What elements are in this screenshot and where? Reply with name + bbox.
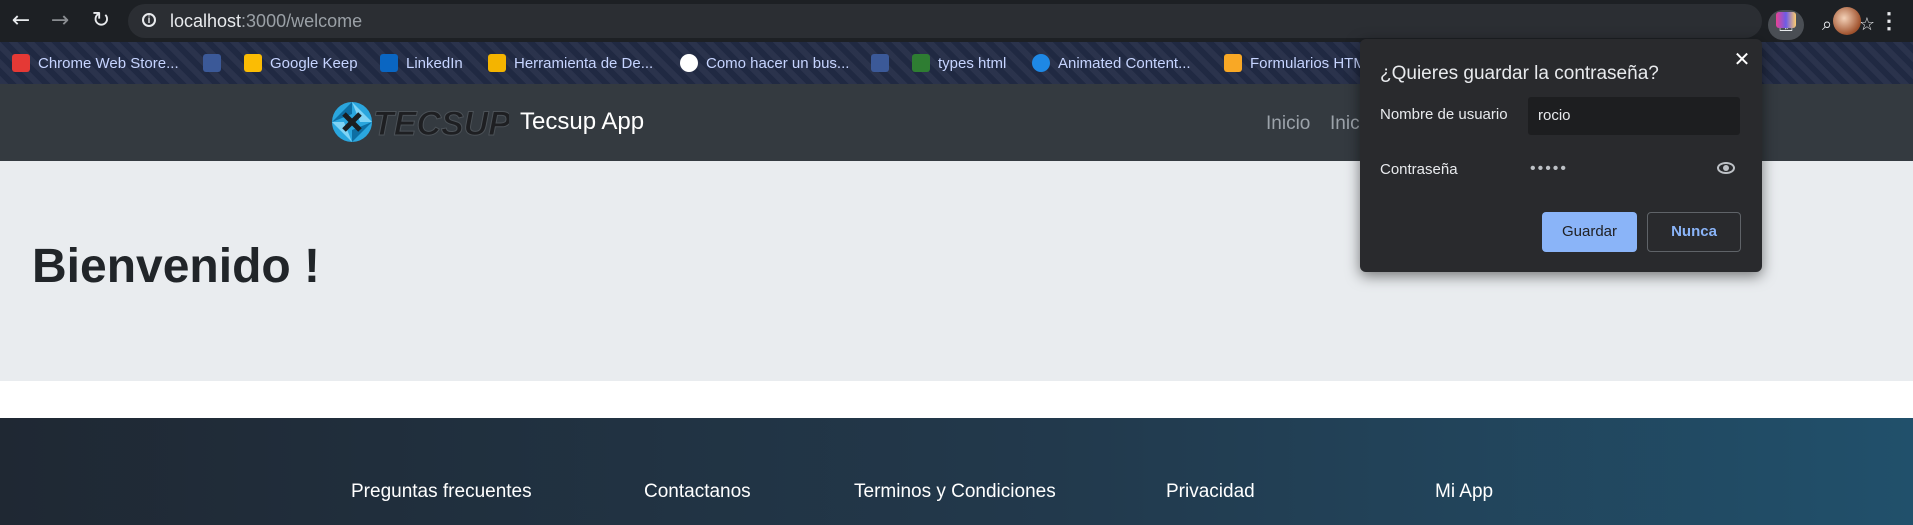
save-button[interactable]: Guardar — [1542, 212, 1637, 252]
footer-link-faq[interactable]: Preguntas frecuentes — [351, 481, 532, 503]
forward-icon[interactable]: → — [45, 6, 75, 36]
site-footer: Preguntas frecuentes Contactanos Termino… — [0, 418, 1913, 525]
url-text[interactable]: localhost:3000/welcome — [170, 11, 362, 32]
username-label: Nombre de usuario — [1380, 106, 1508, 123]
bookmark-label: Animated Content... — [1058, 54, 1191, 72]
never-button[interactable]: Nunca — [1647, 212, 1741, 252]
back-icon[interactable]: ← — [6, 6, 36, 36]
check-icon — [912, 54, 930, 72]
facebook-icon — [871, 54, 889, 72]
nav-link-inicio[interactable]: Inicio — [1266, 113, 1310, 135]
bookmark-formularios[interactable]: Formularios HTM — [1224, 52, 1366, 74]
bookmark-chrome-store[interactable]: Chrome Web Store... — [12, 52, 179, 74]
bookmark-label: Como hacer un bus... — [706, 54, 850, 72]
bookmark-label: types html — [938, 54, 1007, 72]
password-label: Contraseña — [1380, 161, 1458, 178]
extension-icon[interactable] — [1776, 12, 1796, 28]
reload-icon[interactable]: ↻ — [86, 6, 116, 36]
bookmark-animated-content[interactable]: Animated Content... — [1032, 52, 1191, 74]
url-path: :3000/welcome — [241, 11, 363, 31]
bookmark-linkedin[interactable]: LinkedIn — [380, 52, 463, 74]
footer-link-terms[interactable]: Terminos y Condiciones — [854, 481, 1056, 503]
keep-icon — [244, 54, 262, 72]
info-icon[interactable]: i — [142, 13, 156, 27]
bookmark-facebook-2[interactable] — [871, 52, 889, 74]
save-password-popup: ¿Quieres guardar la contraseña? ✕ Nombre… — [1360, 39, 1762, 272]
welcome-heading: Bienvenido ! — [32, 240, 321, 293]
username-field[interactable]: rocio — [1528, 97, 1740, 135]
drop-icon — [1032, 54, 1050, 72]
menu-icon[interactable]: ⋮ — [1878, 6, 1900, 36]
tecsup-logo[interactable]: TECSUP — [329, 99, 509, 145]
navbar-brand[interactable]: Tecsup App — [520, 108, 644, 136]
bookmark-types-html[interactable]: types html — [912, 52, 1006, 74]
bookmark-facebook[interactable] — [203, 52, 221, 74]
chrome-store-icon — [12, 54, 30, 72]
footer-link-contact[interactable]: Contactanos — [644, 481, 751, 503]
nav-link-inicio-2[interactable]: Inic — [1330, 113, 1360, 135]
globe-icon — [680, 54, 698, 72]
bookmark-label: Herramienta de De... — [514, 54, 654, 72]
bookmark-label: Formularios HTM — [1250, 54, 1366, 72]
bookmark-google-keep[interactable]: Google Keep — [244, 52, 358, 74]
url-host: localhost — [170, 11, 242, 31]
address-bar[interactable]: i localhost:3000/welcome ⚿ ⌕ ☆ — [128, 4, 1875, 40]
bookmark-herramienta[interactable]: Herramienta de De... — [488, 52, 653, 74]
logo-text: TECSUP — [373, 105, 509, 143]
form-icon — [1224, 54, 1242, 72]
eye-icon[interactable] — [1717, 162, 1735, 174]
bookmark-label: LinkedIn — [406, 54, 463, 72]
facebook-icon — [203, 54, 221, 72]
browser-toolbar: ← → ↻ i localhost:3000/welcome ⚿ ⌕ ☆ ⋮ — [0, 0, 1913, 42]
close-icon[interactable]: ✕ — [1732, 49, 1752, 69]
password-field[interactable]: ••••• — [1530, 160, 1568, 178]
footer-link-my-app[interactable]: Mi App — [1435, 481, 1493, 503]
popup-title: ¿Quieres guardar la contraseña? — [1380, 63, 1659, 84]
bookmark-label: Google Keep — [270, 54, 358, 72]
bookmark-como-hacer[interactable]: Como hacer un bus... — [680, 52, 849, 74]
code-icon — [488, 54, 506, 72]
footer-link-privacy[interactable]: Privacidad — [1166, 481, 1255, 503]
bookmark-label: Chrome Web Store... — [38, 54, 179, 72]
linkedin-icon — [380, 54, 398, 72]
profile-avatar[interactable] — [1833, 7, 1861, 35]
